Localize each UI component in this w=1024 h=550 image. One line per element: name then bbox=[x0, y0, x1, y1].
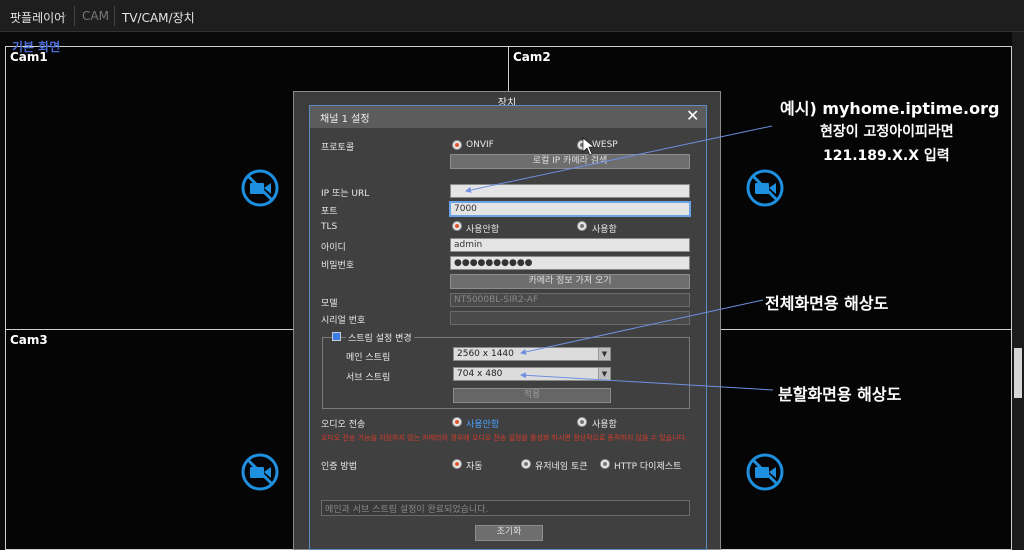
app-menu[interactable]: 팟플레이어 bbox=[10, 9, 65, 26]
chevron-down-icon[interactable]: ▼ bbox=[598, 368, 610, 380]
protocol-label: 프로토콜 bbox=[321, 143, 355, 153]
port-field[interactable]: 7000 bbox=[450, 202, 690, 216]
auth-token-radio[interactable] bbox=[521, 459, 531, 469]
serial-label: 시리얼 번호 bbox=[321, 316, 366, 326]
annotation-fixed-ip: 현장이 고정아이피라면 bbox=[820, 124, 954, 140]
scrollbar-track[interactable] bbox=[1012, 32, 1024, 550]
annotation-full-resolution: 전체화면용 해상도 bbox=[765, 294, 889, 313]
id-label: 아이디 bbox=[321, 243, 346, 253]
chevron-down-icon[interactable]: ▼ bbox=[598, 348, 610, 360]
model-label: 모델 bbox=[321, 299, 338, 309]
reset-button[interactable]: 초기화 bbox=[475, 525, 543, 541]
protocol-wesp-radio[interactable] bbox=[577, 140, 587, 150]
auth-auto-radio[interactable] bbox=[452, 459, 462, 469]
audio-label: 오디오 전송 bbox=[321, 420, 366, 430]
audio-on-label: 사용함 bbox=[592, 420, 617, 430]
protocol-onvif-label: ONVIF bbox=[466, 140, 494, 150]
divider bbox=[74, 6, 75, 26]
scrollbar-thumb[interactable] bbox=[1014, 348, 1022, 398]
password-label: 비밀번호 bbox=[321, 261, 355, 271]
auth-label: 인증 방법 bbox=[321, 462, 357, 472]
screen-title: 기본 화면 bbox=[12, 40, 61, 54]
auth-digest-radio[interactable] bbox=[600, 459, 610, 469]
dialog-header: 채널 1 설정 ✕ bbox=[310, 106, 706, 128]
auth-digest-label: HTTP 다이제스트 bbox=[614, 462, 682, 472]
audio-off-radio[interactable] bbox=[452, 417, 462, 427]
search-camera-button[interactable]: 로컬 IP 카메라 검색 bbox=[450, 154, 690, 169]
audio-off-label: 사용안함 bbox=[466, 420, 500, 430]
main-stream-value: 2560 x 1440 bbox=[457, 349, 514, 359]
main-stream-select[interactable]: 2560 x 1440 ▼ bbox=[453, 347, 611, 361]
audio-warning: 오디오 전송 기능을 지원하지 않는 카메라의 경우에 오디오 전송 설정을 활… bbox=[321, 434, 688, 442]
stream-settings-label: 스트림 설정 변경 bbox=[346, 331, 414, 344]
audio-on-radio[interactable] bbox=[577, 417, 587, 427]
ip-field[interactable] bbox=[450, 184, 690, 198]
id-field[interactable]: admin bbox=[450, 238, 690, 252]
protocol-wesp-label: WESP bbox=[592, 140, 618, 150]
status-field: 메인과 서브 스트림 설정이 완료되었습니다. bbox=[321, 500, 690, 516]
dialog-title: 채널 1 설정 bbox=[320, 114, 370, 125]
protocol-onvif-radio[interactable] bbox=[452, 140, 462, 150]
tls-label: TLS bbox=[321, 222, 338, 232]
sub-stream-select[interactable]: 704 x 480 ▼ bbox=[453, 367, 611, 381]
password-field[interactable]: ●●●●●●●●●● bbox=[450, 256, 690, 270]
annotation-split-resolution: 분할화면용 해상도 bbox=[778, 385, 902, 404]
tls-off-label: 사용안함 bbox=[466, 225, 500, 235]
fetch-camera-info-button[interactable]: 카메라 정보 가져 오기 bbox=[450, 274, 690, 289]
divider bbox=[114, 6, 115, 26]
channel-settings-dialog: 채널 1 설정 ✕ 프로토콜 ONVIF WESP 로컬 IP 카메라 검색 I… bbox=[309, 105, 707, 550]
chevron-down-icon[interactable]: ⌄ bbox=[60, 9, 68, 20]
tls-off-radio[interactable] bbox=[452, 221, 462, 231]
breadcrumb-path[interactable]: TV/CAM/장치 bbox=[122, 9, 195, 26]
tls-on-label: 사용함 bbox=[592, 225, 617, 235]
main-stream-label: 메인 스트림 bbox=[346, 353, 391, 363]
tls-on-radio[interactable] bbox=[577, 221, 587, 231]
stream-settings-checkbox[interactable] bbox=[332, 332, 341, 341]
no-camera-icon bbox=[746, 453, 784, 491]
close-icon[interactable]: ✕ bbox=[686, 106, 699, 125]
no-camera-icon bbox=[746, 169, 784, 207]
port-label: 포트 bbox=[321, 207, 338, 217]
annotation-ip-example: 121.189.X.X 입력 bbox=[823, 148, 950, 164]
no-camera-icon bbox=[241, 169, 279, 207]
no-camera-icon bbox=[241, 453, 279, 491]
serial-field bbox=[450, 311, 690, 325]
cam-label: Cam3 bbox=[10, 333, 48, 347]
annotation-example: 예시) myhome.iptime.org bbox=[780, 99, 1000, 118]
sub-stream-value: 704 x 480 bbox=[457, 369, 503, 379]
ip-label: IP 또는 URL bbox=[321, 189, 370, 199]
sub-stream-label: 서브 스트림 bbox=[346, 373, 391, 383]
cam-label: Cam2 bbox=[513, 50, 551, 64]
top-bar: 팟플레이어 ⌄ CAM TV/CAM/장치 bbox=[0, 0, 1024, 32]
auth-token-label: 유저네임 토큰 bbox=[535, 462, 588, 472]
auth-auto-label: 자동 bbox=[466, 462, 483, 472]
apply-button[interactable]: 적용 bbox=[453, 388, 611, 403]
model-field: NT5000BL-SIR2-AF bbox=[450, 293, 690, 307]
breadcrumb-cam[interactable]: CAM bbox=[82, 9, 109, 23]
